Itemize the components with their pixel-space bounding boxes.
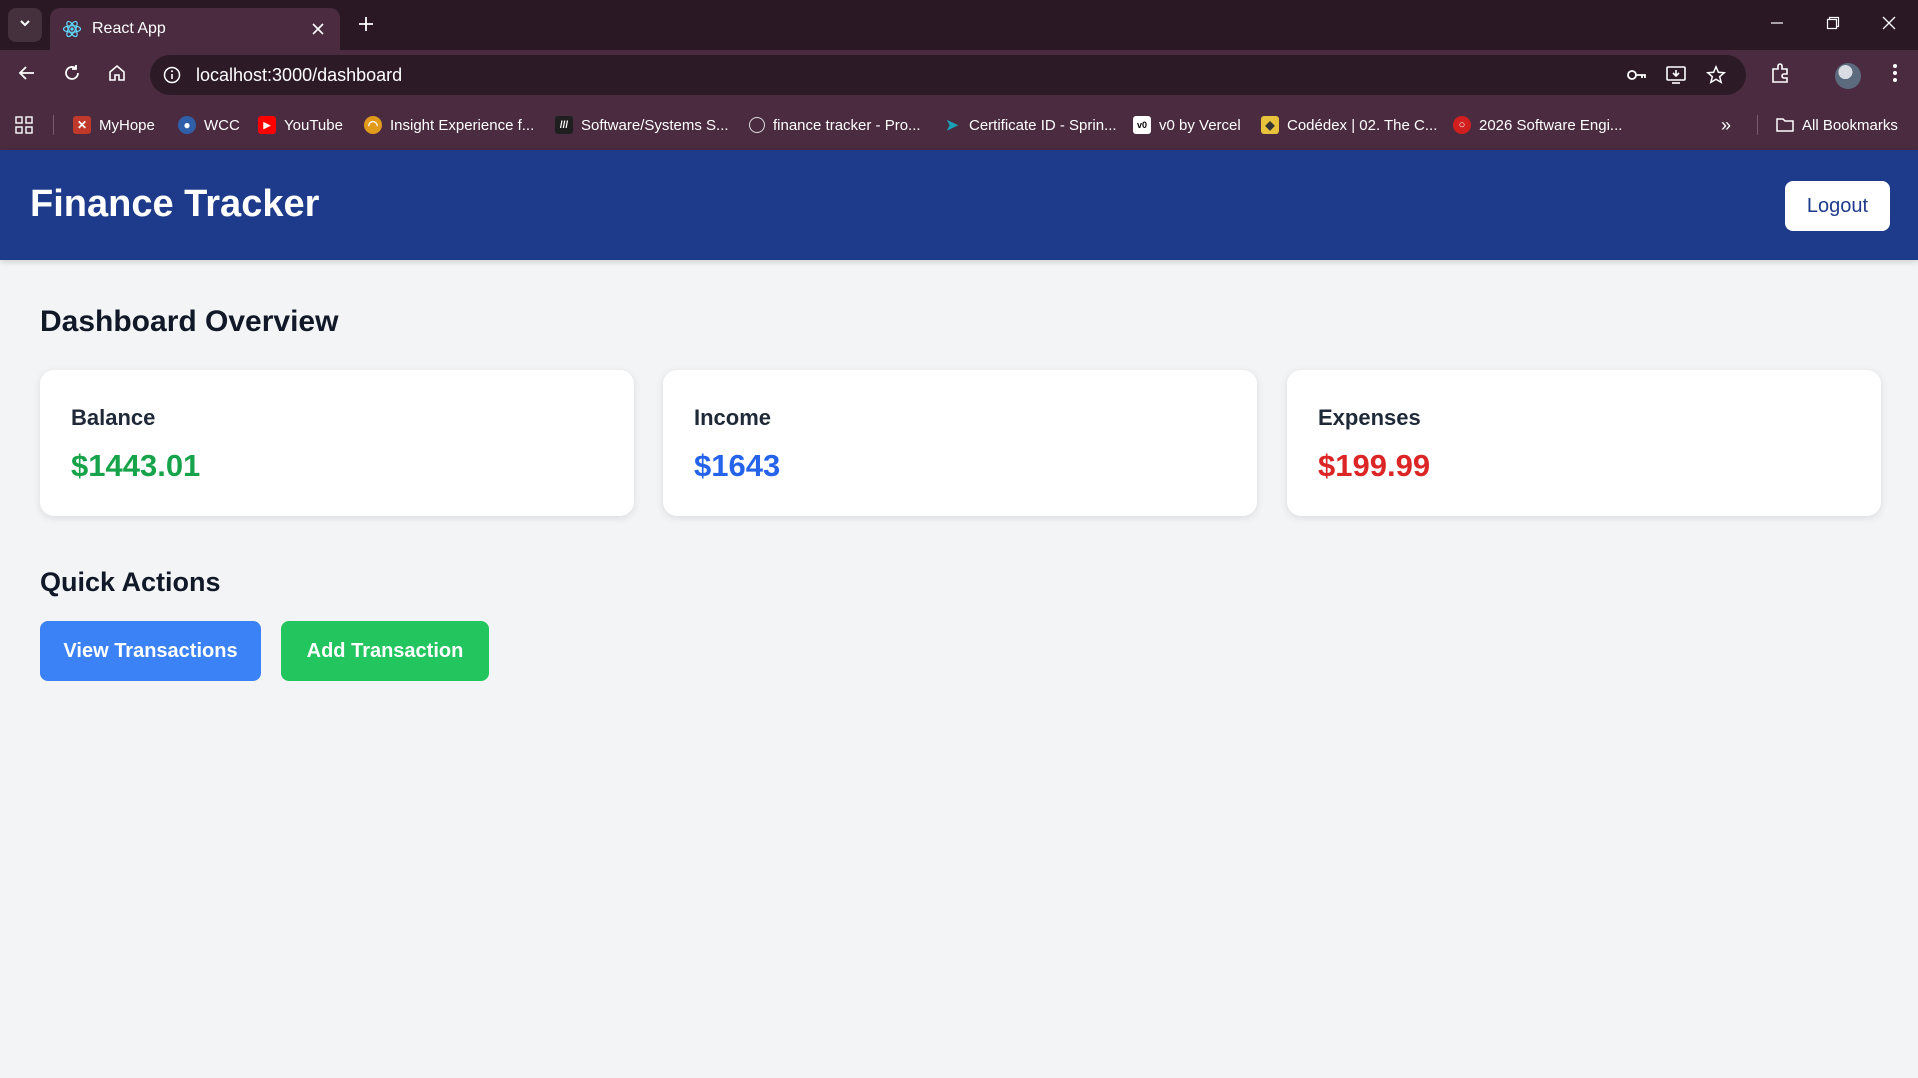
url-text[interactable]: localhost:3000/dashboard (196, 65, 402, 86)
bookmark-software-systems[interactable]: /// Software/Systems S... (555, 113, 729, 137)
close-icon[interactable] (308, 19, 328, 39)
bookmark-certificate-id[interactable]: ➤ Certificate ID - Sprin... (943, 113, 1117, 137)
restore-icon (1826, 16, 1840, 35)
close-icon (1882, 16, 1896, 35)
bookmarks-separator (1757, 115, 1758, 135)
expenses-card: Expenses $199.99 (1287, 370, 1881, 516)
site-info-icon[interactable] (162, 65, 182, 85)
browser-menu-button[interactable] (1880, 60, 1910, 90)
expenses-label: Expenses (1318, 405, 1421, 430)
bookmark-label: 2026 Software Engi... (1479, 116, 1623, 134)
tab-title: React App (92, 20, 166, 37)
income-label: Income (694, 405, 772, 430)
bookmark-label: WCC (204, 116, 240, 134)
folder-icon (1776, 116, 1794, 134)
bookmarks-bar: ✕ MyHope ● WCC ▶ YouTube ◠ Insight Exper… (0, 100, 1918, 150)
app-header: Finance Tracker Logout (0, 150, 1918, 260)
new-tab-button[interactable] (352, 12, 380, 40)
reload-icon (63, 64, 81, 87)
chevron-down-icon (18, 16, 32, 35)
install-app-icon[interactable] (1664, 63, 1688, 87)
bookmarks-overflow-icon[interactable]: » (1714, 113, 1738, 137)
balance-value: $1443.01 (71, 448, 201, 483)
bookmark-label: Certificate ID - Sprin... (969, 116, 1117, 134)
react-logo-icon (62, 19, 82, 39)
minimize-icon (1770, 16, 1784, 35)
bookmark-2026-software-engineering[interactable]: ○ 2026 Software Engi... (1453, 113, 1622, 137)
bookmark-codedex[interactable]: ◆ Codédex | 02. The C... (1261, 113, 1437, 137)
wcc-favicon-icon: ● (178, 116, 196, 134)
balance-card: Balance $1443.01 (40, 370, 634, 516)
all-bookmarks-label: All Bookmarks (1802, 116, 1898, 134)
plus-icon (358, 16, 374, 37)
codedex-favicon-icon: ◆ (1261, 116, 1279, 134)
bookmark-label: Insight Experience f... (390, 116, 535, 134)
bookmark-label: YouTube (284, 116, 343, 134)
bookmark-label: MyHope (99, 116, 155, 134)
bookmark-label: v0 by Vercel (1159, 116, 1241, 134)
restore-button[interactable] (1818, 10, 1848, 40)
apps-grid-icon[interactable] (14, 115, 34, 135)
software-systems-favicon-icon: /// (555, 116, 573, 134)
oracle-favicon-icon: ○ (1453, 116, 1471, 134)
puzzle-icon (1770, 62, 1792, 89)
bookmark-finance-tracker[interactable]: finance tracker - Pro... (749, 113, 921, 137)
browser-toolbar: localhost:3000/dashboard (0, 50, 1918, 100)
reload-button[interactable] (57, 60, 87, 90)
home-button[interactable] (102, 60, 132, 90)
logout-button[interactable]: Logout (1785, 181, 1890, 231)
minimize-button[interactable] (1762, 10, 1792, 40)
bookmark-label: Codédex | 02. The C... (1287, 116, 1438, 134)
address-bar[interactable]: localhost:3000/dashboard (150, 55, 1746, 95)
add-transaction-button[interactable]: Add Transaction (281, 621, 489, 681)
openai-favicon-icon (749, 117, 765, 133)
extensions-button[interactable] (1766, 60, 1796, 90)
bookmark-wcc[interactable]: ● WCC (178, 113, 240, 137)
v0-favicon-icon: v0 (1133, 116, 1151, 134)
certificate-favicon-icon: ➤ (945, 117, 959, 134)
browser-tab[interactable]: React App (50, 8, 340, 50)
bookmark-v0-vercel[interactable]: v0 v0 by Vercel (1133, 113, 1241, 137)
income-value: $1643 (694, 448, 781, 483)
bookmark-insight-experience[interactable]: ◠ Insight Experience f... (364, 113, 534, 137)
window-close-button[interactable] (1874, 10, 1904, 40)
browser-tab-strip: React App (0, 0, 1918, 50)
balance-label: Balance (71, 405, 156, 430)
youtube-favicon-icon: ▶ (258, 116, 276, 134)
profile-avatar[interactable] (1835, 63, 1861, 89)
bookmark-label: Software/Systems S... (581, 116, 729, 134)
income-card: Income $1643 (663, 370, 1257, 516)
bookmarks-separator (53, 115, 54, 135)
arrow-left-icon (18, 64, 36, 87)
more-vertical-icon (1892, 63, 1898, 88)
back-button[interactable] (12, 60, 42, 90)
myhope-favicon-icon: ✕ (73, 116, 91, 134)
view-transactions-button[interactable]: View Transactions (40, 621, 261, 681)
bookmark-label: finance tracker - Pro... (773, 116, 921, 134)
home-icon (108, 64, 126, 87)
bookmark-myhope[interactable]: ✕ MyHope (73, 113, 155, 137)
bookmark-youtube[interactable]: ▶ YouTube (258, 113, 343, 137)
app-title: Finance Tracker (30, 183, 320, 225)
star-icon[interactable] (1704, 63, 1728, 87)
key-icon[interactable] (1624, 63, 1648, 87)
dashboard-overview-title: Dashboard Overview (40, 305, 339, 338)
insight-favicon-icon: ◠ (364, 116, 382, 134)
tab-search-button[interactable] (8, 8, 42, 42)
all-bookmarks-folder[interactable]: All Bookmarks (1776, 113, 1898, 137)
quick-actions-title: Quick Actions (40, 567, 221, 597)
expenses-value: $199.99 (1318, 448, 1431, 483)
